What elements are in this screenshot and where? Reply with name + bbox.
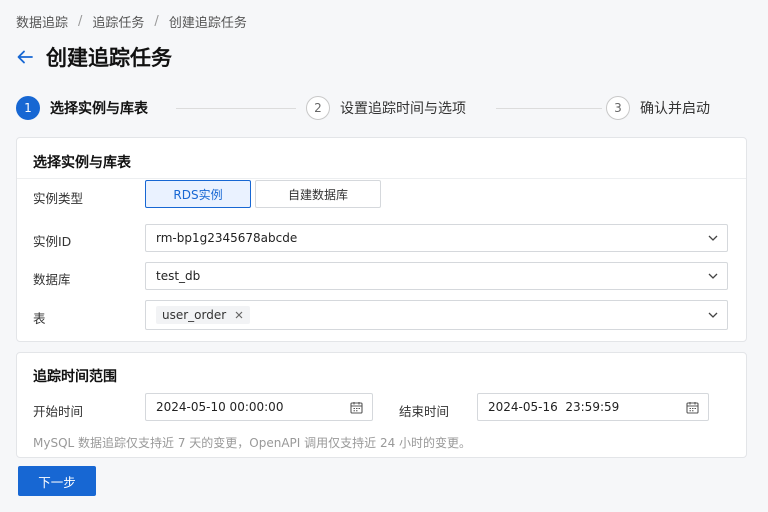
database-label: 数据库	[33, 272, 71, 287]
step-connector	[176, 108, 296, 109]
instance-id-value: rm-bp1g2345678abcde	[156, 231, 298, 245]
instance-id-label: 实例ID	[33, 234, 72, 249]
time-range-hint: MySQL 数据追踪仅支持近 7 天的变更，OpenAPI 调用仅支持近 24 …	[33, 436, 472, 450]
page-title: 创建追踪任务	[46, 46, 172, 70]
step-2: 2 设置追踪时间与选项	[306, 96, 466, 120]
start-time-picker[interactable]: 2024-05-10 00:00:00	[145, 393, 373, 421]
breadcrumb-item-current: 创建追踪任务	[168, 16, 247, 31]
start-time-label: 开始时间	[33, 404, 84, 419]
step-3-number: 3	[606, 96, 630, 120]
breadcrumb-separator: /	[78, 14, 83, 29]
calendar-icon	[350, 402, 363, 414]
calendar-icon	[686, 402, 699, 414]
database-value: test_db	[156, 269, 201, 283]
step-3: 3 确认并启动	[606, 96, 710, 120]
chevron-down-icon	[708, 312, 718, 318]
step-2-label: 设置追踪时间与选项	[340, 101, 466, 117]
end-time-label: 结束时间	[399, 404, 450, 419]
step-3-label: 确认并启动	[640, 101, 710, 117]
instance-section: 选择实例与库表 实例类型 RDS实例 自建数据库 实例ID rm-bp1g234…	[16, 137, 747, 342]
step-1: 1 选择实例与库表	[16, 96, 148, 120]
instance-type-rds-button[interactable]: RDS实例	[145, 180, 251, 208]
breadcrumb: 数据追踪 / 追踪任务 / 创建追踪任务	[16, 12, 247, 31]
end-time-value: 2024-05-16 23:59:59	[488, 400, 620, 414]
end-time-picker[interactable]: 2024-05-16 23:59:59	[477, 393, 709, 421]
back-arrow-icon[interactable]	[14, 46, 36, 68]
time-range-section: 追踪时间范围 开始时间 2024-05-10 00:00:00 结束时间 202…	[16, 352, 747, 458]
close-icon[interactable]	[234, 310, 244, 320]
section-divider	[17, 178, 746, 179]
time-range-section-title: 追踪时间范围	[33, 369, 117, 385]
page-header: 创建追踪任务	[14, 42, 172, 72]
breadcrumb-separator: /	[154, 14, 159, 29]
table-label: 表	[33, 311, 46, 326]
breadcrumb-item-tracking-tasks[interactable]: 追踪任务	[92, 12, 144, 31]
step-connector	[496, 108, 602, 109]
next-step-button[interactable]: 下一步	[18, 466, 96, 496]
instance-section-title: 选择实例与库表	[33, 155, 131, 171]
breadcrumb-item-data-tracking[interactable]: 数据追踪	[16, 12, 68, 31]
table-multiselect[interactable]: user_order	[145, 300, 728, 330]
instance-type-selfbuilt-button[interactable]: 自建数据库	[255, 180, 381, 208]
step-2-number: 2	[306, 96, 330, 120]
table-tag-label: user_order	[162, 308, 227, 322]
instance-type-label: 实例类型	[33, 191, 84, 206]
stepper: 1 选择实例与库表 2 设置追踪时间与选项 3 确认并启动	[16, 96, 736, 122]
instance-id-select[interactable]: rm-bp1g2345678abcde	[145, 224, 728, 252]
start-time-value: 2024-05-10 00:00:00	[156, 400, 284, 414]
table-tag: user_order	[156, 306, 251, 324]
chevron-down-icon	[708, 273, 718, 279]
chevron-down-icon	[708, 235, 718, 241]
database-select[interactable]: test_db	[145, 262, 728, 290]
step-1-label: 选择实例与库表	[50, 101, 148, 117]
step-1-number: 1	[16, 96, 40, 120]
